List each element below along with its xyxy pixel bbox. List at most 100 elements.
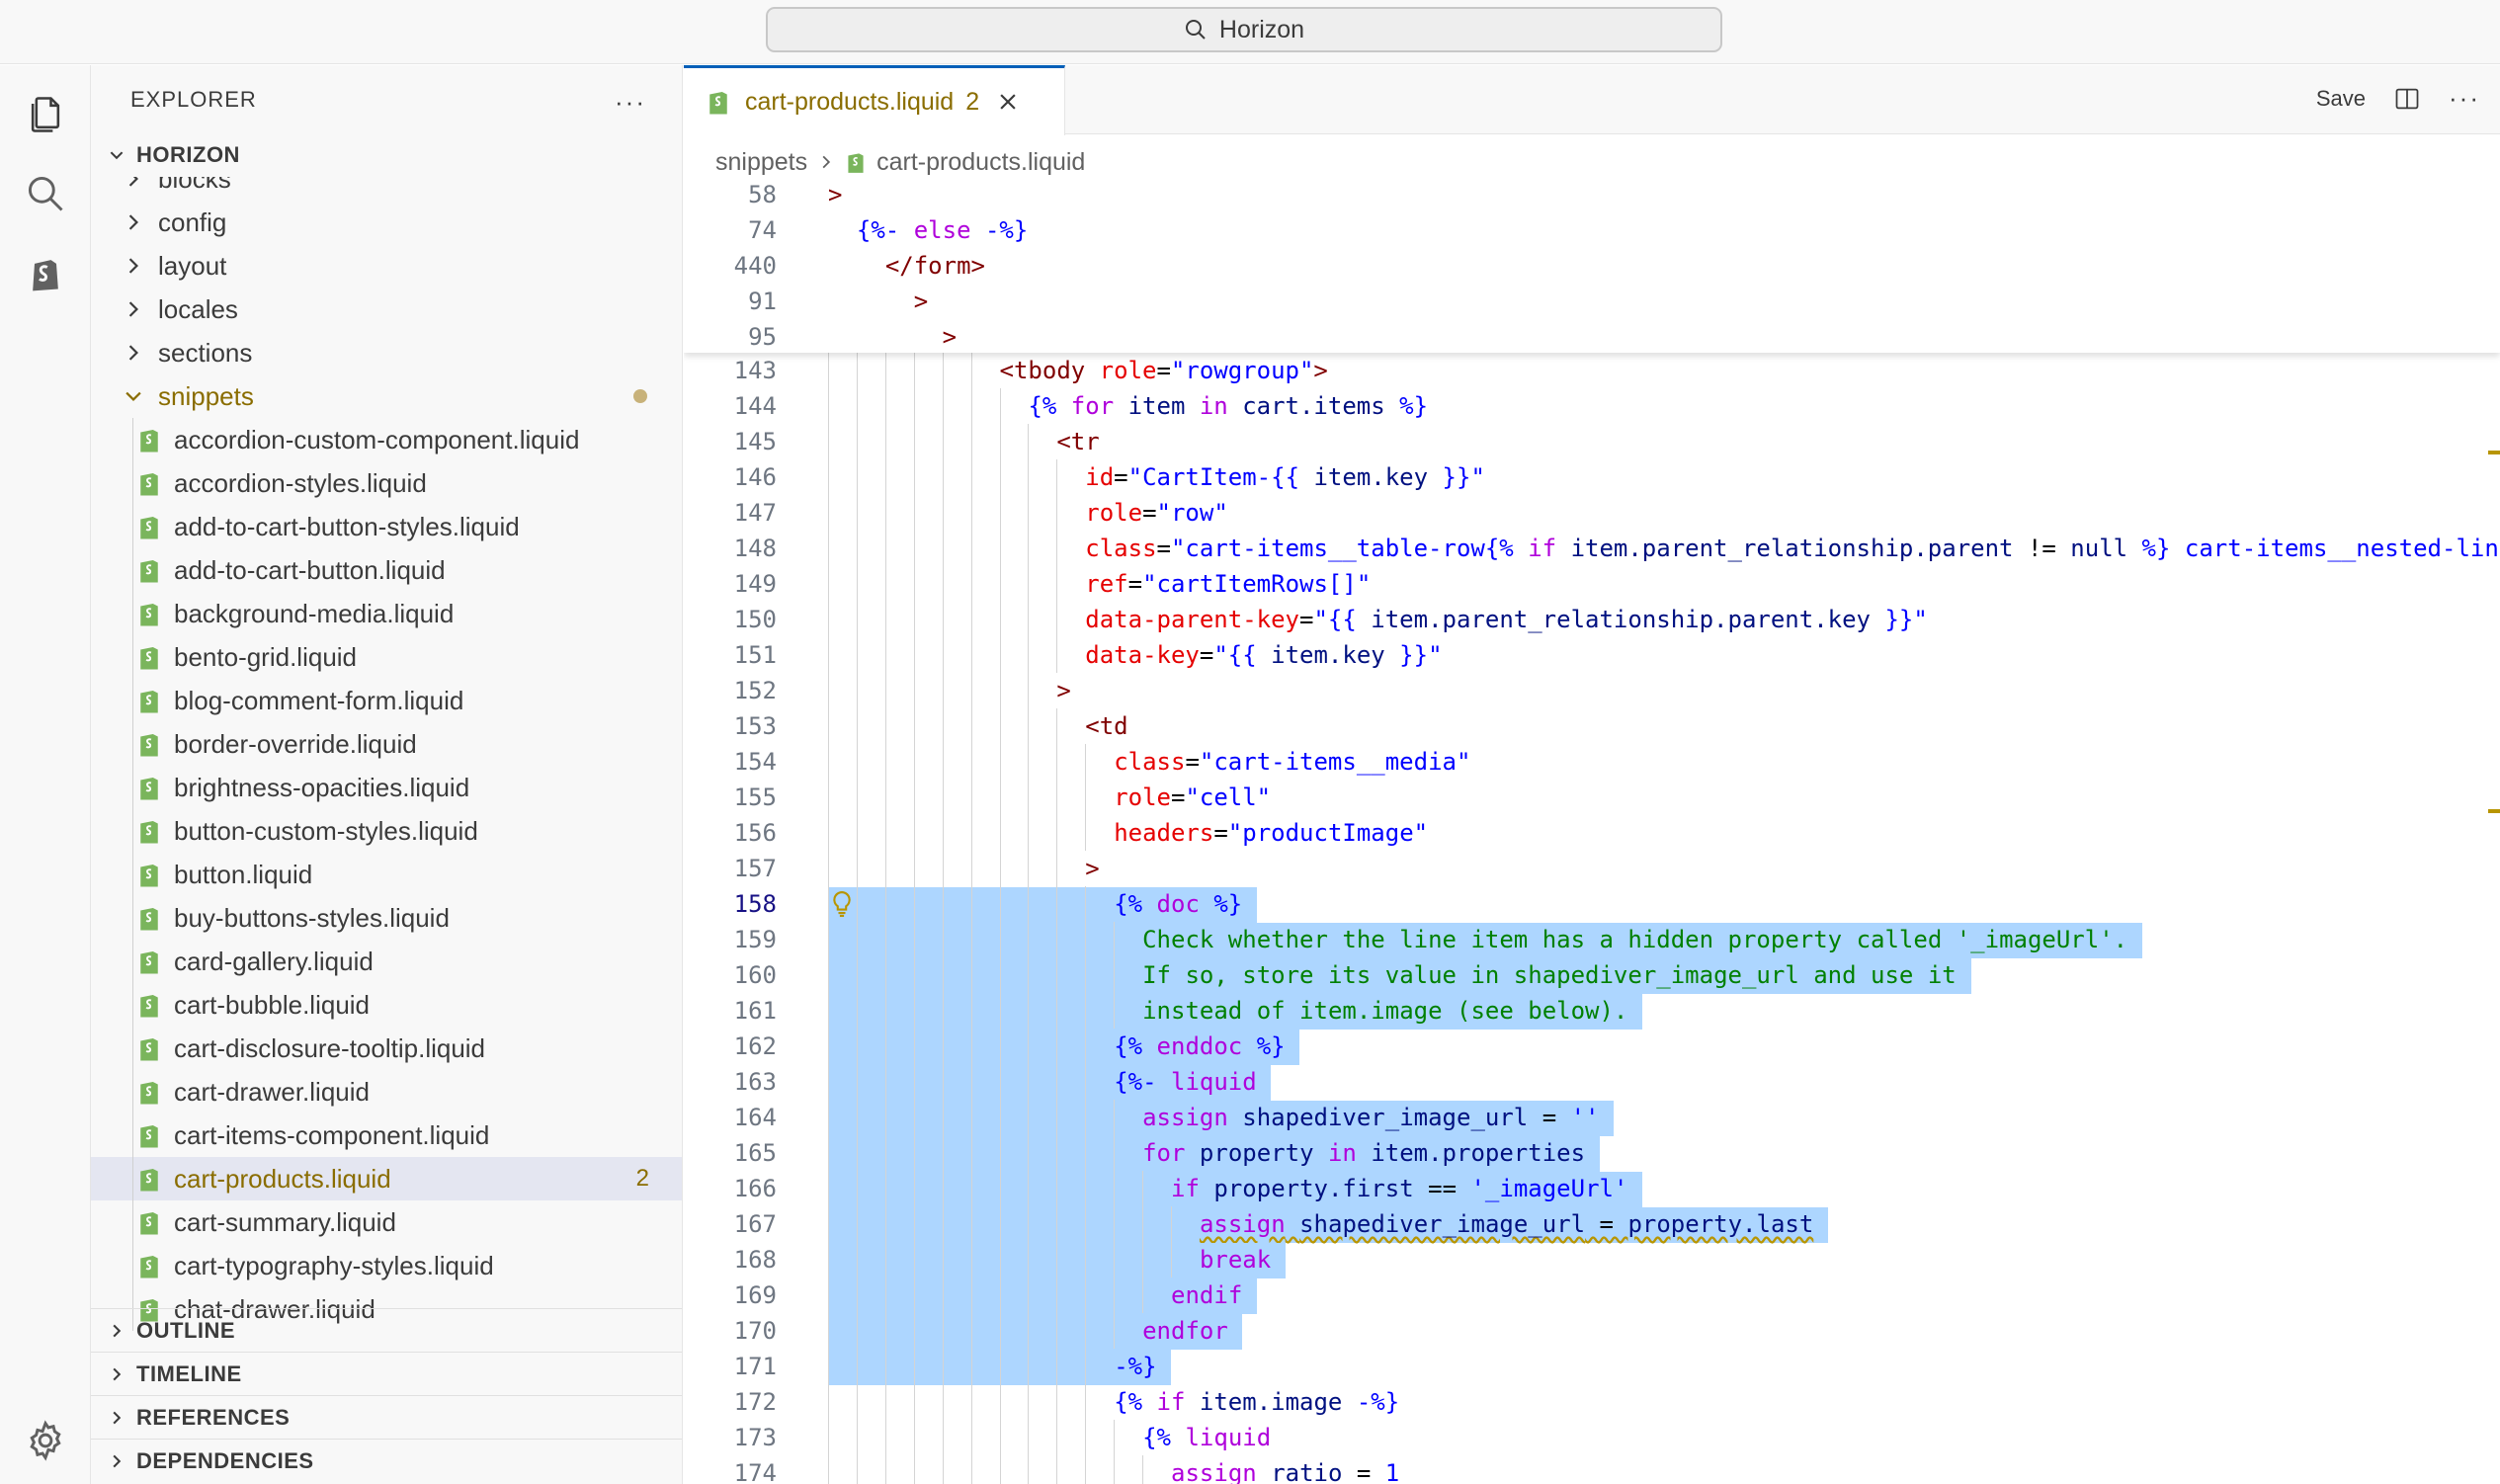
- file-item[interactable]: cart-disclosure-tooltip.liquid: [91, 1027, 682, 1070]
- code-line[interactable]: 168 break: [684, 1242, 2500, 1278]
- code-line[interactable]: 173 {% liquid: [684, 1420, 2500, 1455]
- code-line[interactable]: 150 data-parent-key="{{ item.parent_relat…: [684, 602, 2500, 637]
- code-line[interactable]: 164 assign shapediver_image_url = '': [684, 1100, 2500, 1136]
- indent-guide: [1028, 815, 1030, 851]
- file-item[interactable]: add-to-cart-button.liquid: [91, 548, 682, 592]
- indent-guide: [856, 1171, 858, 1206]
- file-item[interactable]: button-custom-styles.liquid: [91, 809, 682, 853]
- code-line[interactable]: 167 assign shapediver_image_url = propert…: [684, 1206, 2500, 1243]
- file-item[interactable]: accordion-custom-component.liquid: [91, 418, 682, 461]
- code-line[interactable]: 160 If so, store its value in shapediver_…: [684, 957, 2500, 994]
- settings-gear-icon[interactable]: [22, 1417, 69, 1464]
- code-line[interactable]: 155 role="cell": [684, 780, 2500, 815]
- code-token: >: [1313, 357, 1328, 384]
- code-line[interactable]: 161 instead of item.image (see below).: [684, 993, 2500, 1030]
- file-item[interactable]: add-to-cart-button-styles.liquid: [91, 505, 682, 548]
- code-line[interactable]: 169 endif: [684, 1278, 2500, 1314]
- file-item[interactable]: cart-products.liquid 2: [91, 1157, 682, 1200]
- folder-sections[interactable]: sections: [91, 331, 682, 374]
- code-token: else: [899, 216, 985, 244]
- code-line[interactable]: 143 <tbody role="rowgroup">: [684, 353, 2500, 388]
- code-editor[interactable]: 58 >74 {%- else -%} 440 </form> 91 >95 > 143 <tb…: [684, 177, 2500, 1484]
- sticky-scroll[interactable]: 58 >74 {%- else -%} 440 </form> 91 >95 >: [684, 177, 2500, 353]
- code-line[interactable]: 154 class="cart-items__media": [684, 744, 2500, 780]
- code-line[interactable]: 165 for property in item.properties: [684, 1135, 2500, 1172]
- shopify-file-icon: [140, 1256, 158, 1278]
- code-line[interactable]: 144 {% for item in cart.items %}: [684, 388, 2500, 424]
- code-line[interactable]: 153 <td: [684, 708, 2500, 744]
- file-item[interactable]: background-media.liquid: [91, 592, 682, 635]
- code-line[interactable]: 159 Check whether the line item has a hid…: [684, 922, 2500, 958]
- file-item[interactable]: blog-comment-form.liquid: [91, 679, 682, 722]
- code-token: </form>: [884, 252, 985, 280]
- workspace-root[interactable]: HORIZON: [91, 134, 682, 176]
- section-dependencies[interactable]: DEPENDENCIES: [91, 1439, 682, 1482]
- more-actions-button[interactable]: ···: [2449, 83, 2480, 114]
- folder-layout[interactable]: layout: [91, 244, 682, 288]
- section-timeline[interactable]: TIMELINE: [91, 1352, 682, 1395]
- indent-guide: [828, 922, 829, 957]
- indent-guide: [1056, 1349, 1058, 1384]
- sticky-line[interactable]: 440 </form>: [684, 248, 2500, 284]
- file-item[interactable]: cart-items-component.liquid: [91, 1113, 682, 1157]
- code-line[interactable]: 162 {% enddoc %}: [684, 1029, 2500, 1065]
- file-item[interactable]: cart-summary.liquid: [91, 1200, 682, 1244]
- code-line[interactable]: 152 >: [684, 673, 2500, 708]
- code-line[interactable]: 170 endfor: [684, 1313, 2500, 1350]
- explorer-more-actions[interactable]: ···: [615, 87, 646, 118]
- code-line[interactable]: 146 id="CartItem-{{ item.key }}": [684, 459, 2500, 495]
- code-line[interactable]: 174 assign ratio = 1: [684, 1455, 2500, 1484]
- sticky-line[interactable]: 74 {%- else -%}: [684, 212, 2500, 248]
- file-item[interactable]: card-gallery.liquid: [91, 940, 682, 983]
- code-line[interactable]: 166 if property.first == '_imageUrl': [684, 1171, 2500, 1207]
- code-line[interactable]: 151 data-key="{{ item.key }}": [684, 637, 2500, 673]
- section-outline[interactable]: OUTLINE: [91, 1308, 682, 1352]
- file-item[interactable]: cart-typography-styles.liquid: [91, 1244, 682, 1287]
- code-line[interactable]: 148 class="cart-items__table-row{% if ite…: [684, 531, 2500, 566]
- folder-config[interactable]: config: [91, 201, 682, 244]
- code-line[interactable]: 147 role="row": [684, 495, 2500, 531]
- file-item[interactable]: bento-grid.liquid: [91, 635, 682, 679]
- file-item[interactable]: accordion-styles.liquid: [91, 461, 682, 505]
- code-line[interactable]: 158 {% doc %}: [684, 886, 2500, 923]
- section-references[interactable]: REFERENCES: [91, 1395, 682, 1439]
- search-icon[interactable]: [22, 170, 69, 217]
- sticky-line[interactable]: 95 >: [684, 319, 2500, 355]
- explorer-icon[interactable]: [22, 91, 69, 138]
- shopify-file-icon: [140, 691, 158, 713]
- tab-cart-products[interactable]: cart-products.liquid 2: [684, 65, 1065, 135]
- code-token: =: [1127, 570, 1143, 598]
- file-item[interactable]: border-override.liquid: [91, 722, 682, 766]
- code-line[interactable]: 163 {%- liquid: [684, 1064, 2500, 1101]
- indent-guide: [999, 1029, 1001, 1064]
- code-line[interactable]: 157 >: [684, 851, 2500, 886]
- code-line[interactable]: 172 {% if item.image -%}: [684, 1384, 2500, 1420]
- code-token: {{: [1271, 463, 1300, 491]
- shopify-icon[interactable]: [22, 249, 69, 296]
- folder-snippets[interactable]: snippets: [91, 374, 682, 418]
- save-button[interactable]: Save: [2316, 86, 2366, 112]
- file-item[interactable]: brightness-opacities.liquid: [91, 766, 682, 809]
- file-item[interactable]: cart-bubble.liquid: [91, 983, 682, 1027]
- code-line[interactable]: 145 <tr: [684, 424, 2500, 459]
- file-item[interactable]: buy-buttons-styles.liquid: [91, 896, 682, 940]
- lightbulb-icon[interactable]: [830, 890, 854, 918]
- code-line[interactable]: 149 ref="cartItemRows[]": [684, 566, 2500, 602]
- file-item[interactable]: cart-drawer.liquid: [91, 1070, 682, 1113]
- code-line[interactable]: 156 headers="productImage": [684, 815, 2500, 851]
- folder-locales[interactable]: locales: [91, 288, 682, 331]
- folder-blocks[interactable]: blocks: [91, 177, 682, 201]
- file-label: cart-summary.liquid: [174, 1206, 396, 1237]
- file-item[interactable]: button.liquid: [91, 853, 682, 896]
- split-editor-icon[interactable]: [2393, 85, 2421, 113]
- sticky-line[interactable]: 58 >: [684, 177, 2500, 212]
- close-icon[interactable]: [997, 91, 1019, 113]
- breadcrumb-folder[interactable]: snippets: [715, 148, 807, 177]
- indent-guide: [828, 1171, 829, 1206]
- sticky-line[interactable]: 91 >: [684, 284, 2500, 319]
- indent-guide: [1056, 815, 1058, 851]
- code-line[interactable]: 171 -%}: [684, 1349, 2500, 1385]
- shopify-file-icon: [140, 1038, 158, 1061]
- command-center-search[interactable]: Horizon: [766, 7, 1722, 52]
- breadcrumb-file[interactable]: cart-products.liquid: [876, 148, 1085, 177]
